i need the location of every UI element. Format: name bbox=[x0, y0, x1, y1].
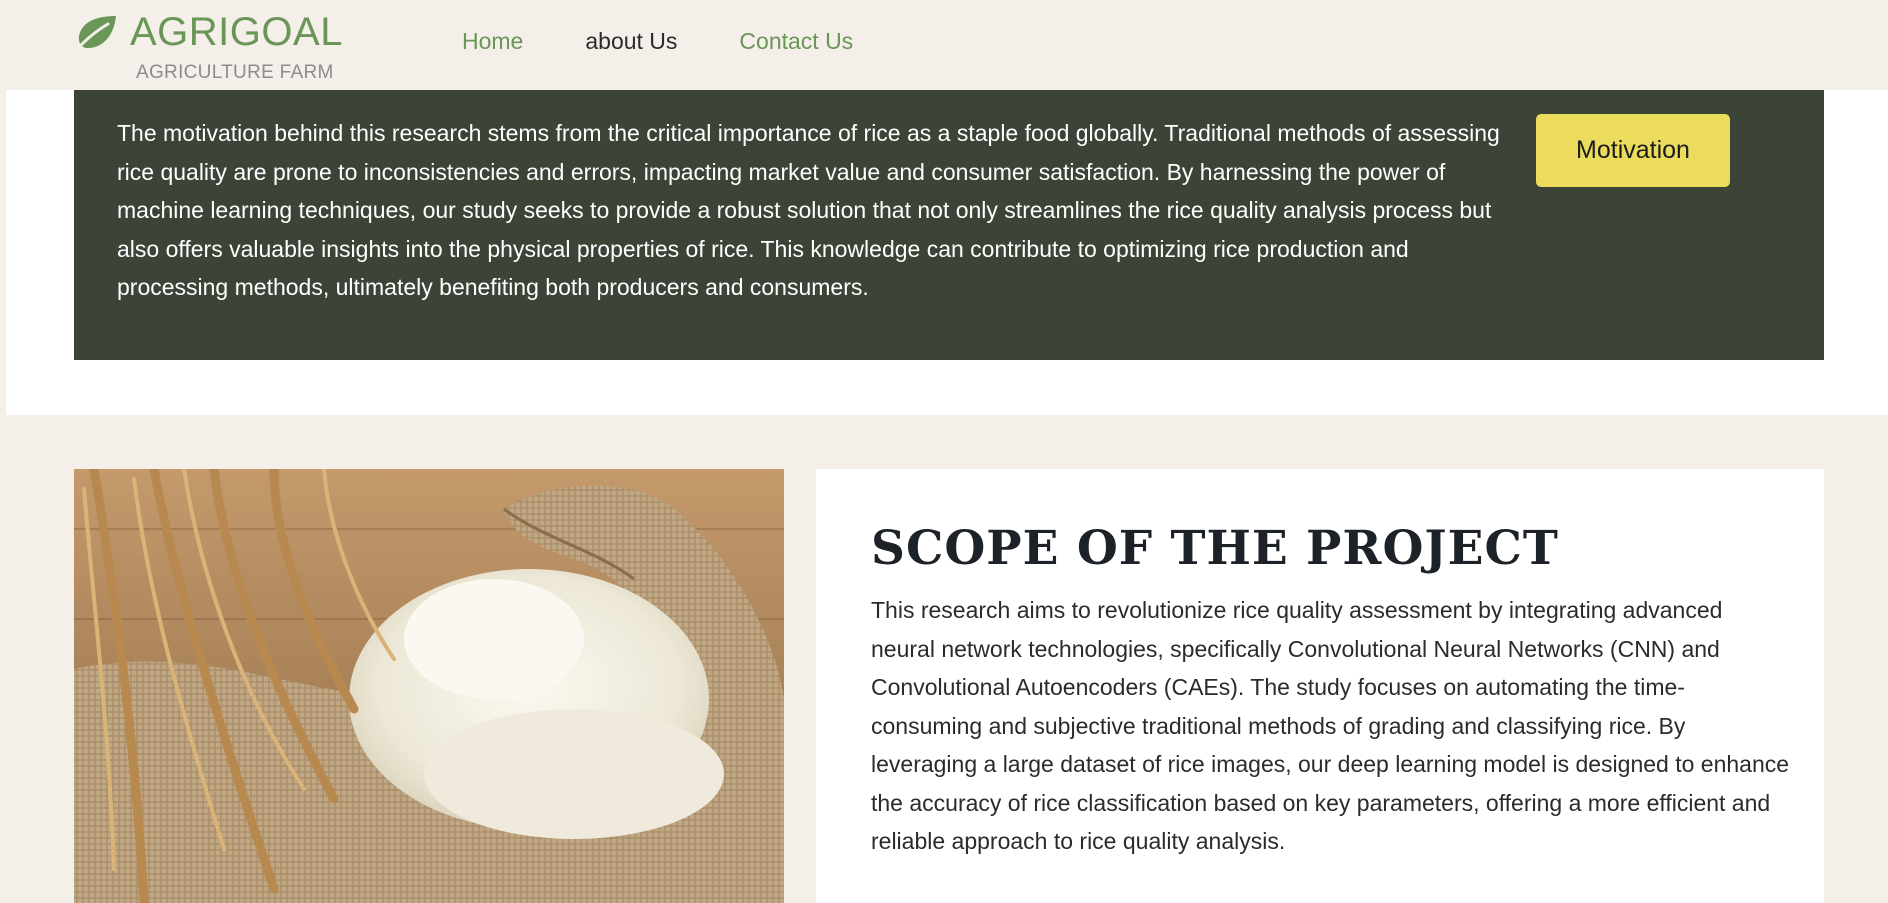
scope-text: This research aims to revolutionize rice… bbox=[871, 597, 1790, 854]
main-nav: Home about Us Contact Us bbox=[462, 28, 853, 55]
nav-link-home[interactable]: Home bbox=[462, 28, 523, 55]
motivation-button[interactable]: Motivation bbox=[1536, 114, 1730, 187]
brand-logo[interactable]: AGRIGOAL AGRICULTURE FARM bbox=[74, 10, 342, 84]
scope-card: SCOPE OF THE PROJECT This research aims … bbox=[816, 469, 1824, 903]
brand-name: AGRIGOAL bbox=[130, 10, 343, 54]
brand-tagline: AGRICULTURE FARM bbox=[136, 62, 334, 83]
rice-sack-illustration bbox=[74, 469, 784, 903]
scope-section: SCOPE OF THE PROJECT This research aims … bbox=[6, 415, 1888, 903]
page: AGRIGOAL AGRICULTURE FARM Home about Us … bbox=[6, 0, 1888, 903]
rice-sack-image bbox=[74, 469, 784, 903]
leaf-icon bbox=[74, 16, 116, 52]
nav-link-about-us[interactable]: about Us bbox=[585, 28, 677, 55]
motivation-banner: The motivation behind this research stem… bbox=[74, 90, 1824, 360]
nav-link-contact-us[interactable]: Contact Us bbox=[739, 28, 853, 55]
scope-title: SCOPE OF THE PROJECT bbox=[871, 521, 1559, 576]
motivation-text: The motivation behind this research stem… bbox=[117, 120, 1500, 300]
site-header: AGRIGOAL AGRICULTURE FARM Home about Us … bbox=[6, 0, 1888, 90]
